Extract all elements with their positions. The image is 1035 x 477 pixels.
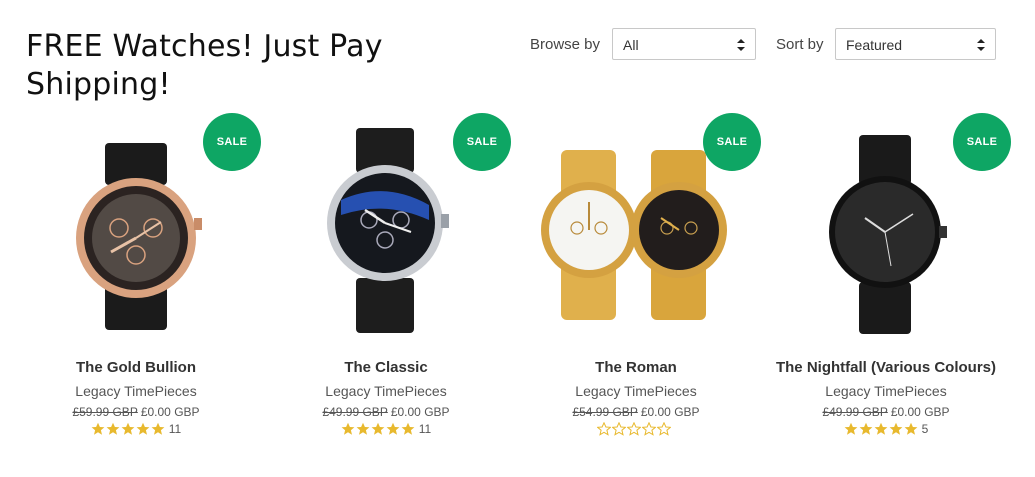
review-count: 5 — [921, 422, 929, 436]
product-vendor: Legacy TimePieces — [325, 383, 447, 399]
sale-badge: SALE — [953, 113, 1011, 171]
star-filled-icon — [859, 422, 873, 435]
product-card[interactable]: SALE The Classic Legacy TimePieces £49.9… — [261, 110, 511, 436]
product-rating — [511, 422, 761, 436]
product-card[interactable]: SALE The Gold Bullion Legacy TimePieces … — [11, 110, 261, 436]
product-price: £49.99 GBP £0.00 GBP — [761, 405, 1011, 419]
star-filled-icon — [341, 422, 355, 435]
review-count: 11 — [418, 422, 432, 436]
old-price: £49.99 GBP — [322, 405, 388, 419]
product-image[interactable]: SALE — [511, 110, 761, 340]
product-image[interactable]: SALE — [761, 110, 1011, 340]
sort-by-select[interactable]: Featured — [835, 28, 996, 60]
star-filled-icon — [106, 422, 120, 435]
star-rating — [844, 422, 918, 436]
review-count: 11 — [168, 422, 182, 436]
star-filled-icon — [121, 422, 135, 435]
old-price: £59.99 GBP — [72, 405, 138, 419]
star-filled-icon — [356, 422, 370, 435]
product-price: £59.99 GBP £0.00 GBP — [11, 405, 261, 419]
star-filled-icon — [151, 422, 165, 435]
product-vendor: Legacy TimePieces — [75, 383, 197, 399]
sale-price: £0.00 GBP — [390, 405, 450, 419]
product-price: £49.99 GBP £0.00 GBP — [261, 405, 511, 419]
star-empty-icon — [597, 422, 611, 436]
old-price: £49.99 GBP — [822, 405, 888, 419]
star-filled-icon — [401, 422, 415, 435]
sale-price: £0.00 GBP — [890, 405, 950, 419]
old-price: £54.99 GBP — [572, 405, 638, 419]
sale-badge: SALE — [203, 113, 261, 171]
product-rating: 11 — [261, 422, 511, 436]
star-empty-icon — [627, 422, 641, 436]
star-filled-icon — [889, 422, 903, 435]
filter-bar: Browse by All Sort by Featured — [0, 28, 1035, 62]
product-vendor: Legacy TimePieces — [575, 383, 697, 399]
browse-by-label: Browse by — [530, 36, 601, 53]
product-rating: 11 — [11, 422, 261, 436]
product-price: £54.99 GBP £0.00 GBP — [511, 405, 761, 419]
product-vendor: Legacy TimePieces — [825, 383, 947, 399]
browse-by-value: All — [623, 37, 639, 53]
star-rating — [341, 422, 415, 436]
sale-price: £0.00 GBP — [140, 405, 200, 419]
product-name[interactable]: The Gold Bullion — [11, 357, 261, 378]
product-card[interactable]: SALE The Nightfall (Various Colours) Leg… — [761, 110, 1011, 436]
sale-badge: SALE — [703, 113, 761, 171]
star-rating — [597, 422, 671, 436]
product-name[interactable]: The Roman — [511, 357, 761, 378]
browse-by-select[interactable]: All — [612, 28, 756, 60]
select-arrows-icon — [737, 39, 745, 51]
sort-by-label: Sort by — [776, 36, 824, 53]
star-filled-icon — [844, 422, 858, 435]
star-filled-icon — [371, 422, 385, 435]
star-rating — [91, 422, 165, 436]
star-empty-icon — [612, 422, 626, 436]
star-empty-icon — [642, 422, 656, 436]
star-filled-icon — [91, 422, 105, 435]
sale-badge: SALE — [453, 113, 511, 171]
product-image[interactable]: SALE — [261, 110, 511, 340]
product-card[interactable]: SALE The Roman Legacy TimePieces £54.99 … — [511, 110, 761, 436]
star-filled-icon — [386, 422, 400, 435]
sort-by-value: Featured — [846, 37, 903, 53]
select-arrows-icon — [977, 39, 985, 51]
product-image[interactable]: SALE — [11, 110, 261, 340]
star-filled-icon — [904, 422, 918, 435]
star-filled-icon — [874, 422, 888, 435]
sale-price: £0.00 GBP — [640, 405, 700, 419]
product-rating: 5 — [761, 422, 1011, 436]
product-name[interactable]: The Classic — [261, 357, 511, 378]
product-name[interactable]: The Nightfall (Various Colours) — [761, 357, 1011, 378]
star-filled-icon — [136, 422, 150, 435]
star-empty-icon — [657, 422, 671, 436]
